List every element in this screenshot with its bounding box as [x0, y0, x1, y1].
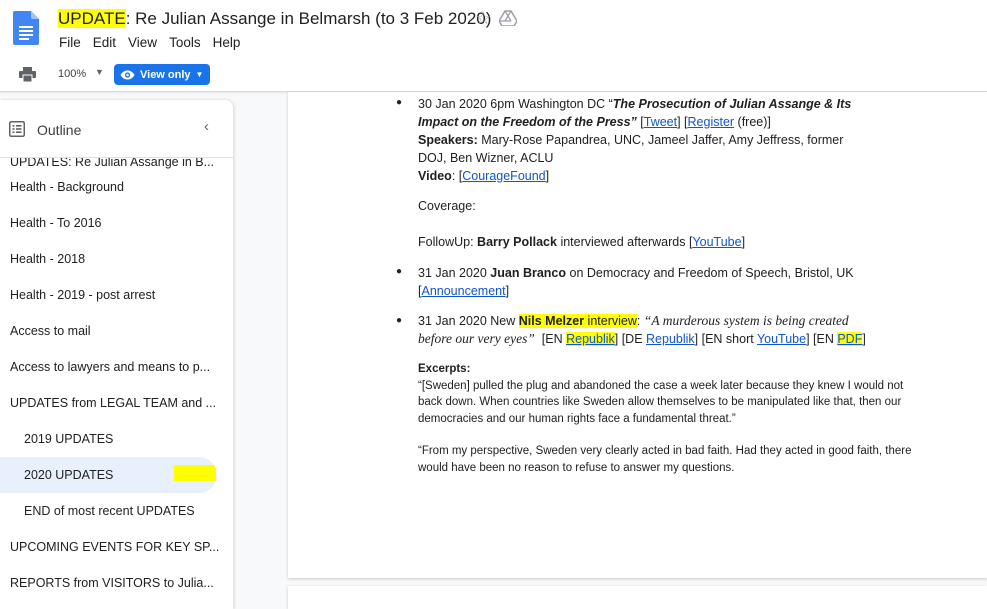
excerpt-1: “[Sweden] pulled the plug and abandoned …: [418, 379, 904, 425]
menu-edit[interactable]: Edit: [93, 35, 116, 50]
document-page: ● 30 Jan 2020 6pm Washington DC “The Pro…: [288, 92, 987, 578]
announcement-link[interactable]: Announcement: [421, 284, 505, 298]
google-docs-icon[interactable]: [13, 11, 39, 45]
outline-item[interactable]: Health - Background: [0, 169, 233, 205]
eye-icon: [120, 70, 135, 79]
outline-item[interactable]: Access to mail: [0, 313, 233, 349]
bullet-icon: ●: [396, 315, 403, 326]
bullet-icon: ●: [396, 97, 403, 108]
title-highlight: UPDATE: [58, 9, 126, 28]
excerpts-label: Excerpts:: [418, 363, 471, 375]
event-bristol: 31 Jan 2020 Juan Branco on Democracy and…: [418, 266, 854, 298]
menu-bar: File Edit View Tools Help: [59, 35, 252, 50]
outline-list: UPDATES: Re Julian Assange in B... Healt…: [0, 147, 233, 601]
outline-list-icon: [9, 121, 25, 137]
en-youtube-link[interactable]: YouTube: [757, 332, 806, 346]
couragefound-link[interactable]: CourageFound: [462, 169, 545, 183]
title-text: : Re Julian Assange in Belmarsh (to 3 Fe…: [125, 9, 492, 28]
caret-down-icon: ▼: [195, 70, 204, 79]
outline-item[interactable]: Health - To 2016: [0, 205, 233, 241]
coverage-text: Coverage:: [418, 199, 476, 213]
bullet-icon: ●: [396, 266, 403, 277]
register-link[interactable]: Register: [688, 115, 735, 129]
outline-panel: UPDATES: Re Julian Assange in B... Healt…: [0, 100, 233, 609]
event-washington: 30 Jan 2020 6pm Washington DC “The Prose…: [418, 97, 852, 183]
menu-help[interactable]: Help: [213, 35, 241, 50]
title-bar: UPDATE: Re Julian Assange in Belmarsh (t…: [0, 0, 987, 58]
move-to-drive-icon[interactable]: [499, 10, 517, 26]
excerpts: Excerpts: “[Sweden] pulled the plug and …: [418, 361, 913, 427]
print-icon[interactable]: [19, 67, 36, 82]
outline-item[interactable]: UPDATES from LEGAL TEAM and ...: [0, 385, 233, 421]
tweet-link[interactable]: Tweet: [644, 115, 677, 129]
outline-item-active[interactable]: 2020 UPDATES: [0, 457, 217, 493]
excerpt-2: “From my perspective, Sweden very clearl…: [418, 445, 912, 474]
youtube-link[interactable]: YouTube: [692, 235, 741, 249]
outline-item[interactable]: END of most recent UPDATES: [0, 493, 233, 529]
de-republik-link[interactable]: Republik: [646, 332, 695, 346]
outline-item-label: 2020 UPDATES: [24, 468, 114, 482]
document-title[interactable]: UPDATE: Re Julian Assange in Belmarsh (t…: [58, 9, 491, 29]
star-icon[interactable]: ☆: [475, 8, 491, 29]
event-melzer: 31 Jan 2020 New Nils Melzer interview: “…: [418, 313, 866, 346]
outline-item[interactable]: UPCOMING EVENTS FOR KEY SP...: [0, 529, 233, 565]
view-only-label: View only: [140, 68, 191, 81]
en-republik-link[interactable]: Republik: [566, 332, 615, 346]
menu-view[interactable]: View: [128, 35, 157, 50]
next-page: [288, 586, 987, 609]
outline-header: Outline ‹: [0, 100, 233, 158]
toolbar: 100% ▼ View only ▼: [0, 58, 987, 92]
outline-item[interactable]: 2019 UPDATES: [0, 421, 233, 457]
zoom-dropdown-icon[interactable]: ▼: [95, 67, 104, 77]
zoom-select[interactable]: 100%: [58, 68, 86, 80]
outline-item[interactable]: Health - 2018: [0, 241, 233, 277]
view-only-button[interactable]: View only ▼: [114, 64, 210, 85]
outline-title: Outline: [37, 122, 82, 138]
outline-item[interactable]: Health - 2019 - post arrest: [0, 277, 233, 313]
yellow-highlight-mark: [174, 465, 216, 481]
menu-file[interactable]: File: [59, 35, 81, 50]
menu-tools[interactable]: Tools: [169, 35, 201, 50]
collapse-outline-icon[interactable]: ‹: [204, 118, 209, 135]
outline-item[interactable]: REPORTS from VISITORS to Julia...: [0, 565, 233, 601]
pdf-link[interactable]: PDF: [837, 332, 863, 346]
outline-item[interactable]: Access to lawyers and means to p...: [0, 349, 233, 385]
followup-text: FollowUp: Barry Pollack interviewed afte…: [418, 235, 746, 249]
